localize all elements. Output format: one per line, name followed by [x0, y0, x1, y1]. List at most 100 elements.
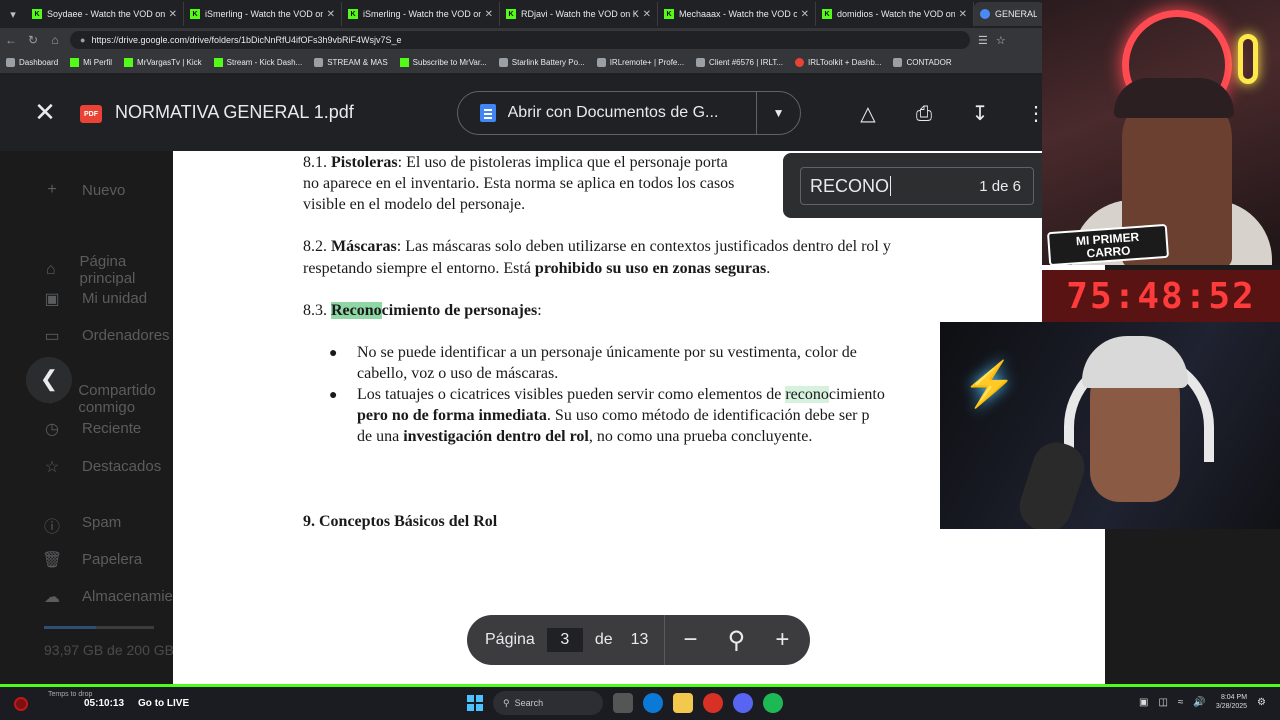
bookmark-item[interactable]: Dashboard [6, 58, 58, 67]
tab-title: iSmerling - Watch the VOD on Kick [363, 9, 481, 19]
bookmark-icon [696, 58, 706, 67]
edge-icon[interactable] [643, 693, 663, 713]
section-title: cimiento de personajes [381, 302, 538, 319]
previous-file-button[interactable]: ❮ [26, 357, 72, 403]
tray-app-icon[interactable]: ◫ [1158, 697, 1167, 708]
clock-date: 3/28/2025 [1215, 703, 1248, 710]
doc-line: respetando siempre el entorno. Está proh… [303, 260, 770, 278]
sidebar-item-label: Mi unidad [82, 289, 148, 307]
address-bar-row: ← ↻ ⌂ ● https://drive.google.com/drive/fo… [0, 28, 1045, 52]
download-icon[interactable]: ↧ [966, 100, 994, 128]
print-icon[interactable]: ⎙ [910, 100, 938, 128]
browser-tab[interactable]: K Mechaaax - Watch the VOD on Kick ✕ [658, 2, 816, 26]
search-match: recono [785, 386, 829, 403]
bookmark-item[interactable]: Starlink Battery Po... [498, 58, 585, 67]
close-tab-icon[interactable]: ✕ [801, 9, 809, 20]
close-tab-icon[interactable]: ✕ [327, 9, 335, 20]
reload-icon[interactable]: ↻ [22, 33, 44, 47]
close-tab-icon[interactable]: ✕ [959, 9, 967, 20]
bookmark-item[interactable]: IRLToolkit + Dashb... [795, 58, 881, 67]
kick-favicon-icon: K [32, 9, 42, 19]
browser-tab[interactable]: KiSmerling - Watch the VOD on Kick ✕ [184, 2, 342, 26]
current-page-input[interactable]: 3 [546, 628, 583, 652]
new-button[interactable]: + Nuevo [42, 181, 125, 199]
record-icon[interactable] [14, 696, 28, 711]
wifi-icon[interactable]: ≈ [1178, 697, 1184, 708]
doc-text: cimiento [828, 386, 885, 403]
zoom-out-icon[interactable]: − [667, 626, 713, 654]
sidebar-item-starred[interactable]: ☆ Destacados [42, 457, 161, 477]
sidebar-item-trash[interactable]: 🗑 Papelera [42, 550, 142, 570]
bookmark-label: Stream - Kick Dash... [226, 58, 303, 67]
settings-gear-icon[interactable]: ⚙ [1257, 697, 1266, 708]
bookmark-item[interactable]: Stream - Kick Dash... [213, 58, 303, 67]
bookmark-label: CONTADOR [906, 58, 952, 67]
discord-icon[interactable] [733, 693, 753, 713]
bookmark-label: Subscribe to MrVar... [412, 58, 487, 67]
close-tab-icon[interactable]: ✕ [643, 9, 651, 20]
task-view-icon[interactable] [613, 693, 633, 713]
sidebar-item-recent[interactable]: ◷ Reciente [42, 419, 141, 439]
home-icon[interactable]: ⌂ [44, 33, 66, 47]
search-placeholder: Search [514, 698, 544, 708]
close-tab-icon[interactable]: ✕ [485, 9, 493, 20]
bookmark-item[interactable]: STREAM & MAS [314, 58, 388, 67]
spotify-icon[interactable] [763, 693, 783, 713]
doc-line: 8.1. Pistoleras: El uso de pistoleras im… [303, 154, 728, 172]
browser-tab-active[interactable]: GENERAL - G [974, 2, 1044, 26]
lightning-icon: ⚡ [962, 360, 1017, 409]
zoom-fit-icon[interactable]: ⚲ [713, 626, 759, 655]
windows-start-icon[interactable] [467, 695, 483, 711]
bookmark-icon [399, 58, 409, 67]
storage-bar-fill [44, 626, 96, 629]
bookmark-item[interactable]: IRLremote+ | Profe... [596, 58, 684, 67]
section-title: Máscaras [331, 238, 397, 255]
bookmark-item[interactable]: MrVargasTv | Kick [124, 58, 202, 67]
add-shortcut-drive-icon[interactable]: △ [854, 100, 882, 128]
bookmark-item[interactable]: Mi Perfil [70, 58, 112, 67]
bookmark-item[interactable]: Subscribe to MrVar... [399, 58, 487, 67]
cap [1114, 78, 1234, 118]
chevron-left-icon: ❮ [39, 366, 59, 391]
star-icon: ☆ [44, 459, 60, 476]
site-info-icon[interactable]: ● [80, 35, 85, 45]
taskbar-search[interactable]: ⚲ Search [493, 691, 603, 715]
zoom-in-icon[interactable]: + [759, 626, 805, 654]
sidebar-item-storage[interactable]: ☁ Almacenamiento [42, 587, 194, 607]
stream-time: 05:10:13 [84, 698, 125, 709]
tray-app-icon[interactable]: ▣ [1139, 697, 1148, 708]
sidebar-item-label: Spam [82, 513, 122, 531]
home-icon: ⌂ [45, 261, 56, 278]
back-arrow-icon[interactable]: ← [0, 33, 22, 47]
browser-tab[interactable]: KiSmerling - Watch the VOD on Kick ✕ [342, 2, 500, 26]
sidebar-item-spam[interactable]: ⓘ Spam [42, 513, 122, 537]
bookmark-star-icon[interactable]: ☆ [996, 34, 1006, 47]
file-explorer-icon[interactable] [673, 693, 693, 713]
doc-text: de una [357, 428, 404, 445]
bookmark-item[interactable]: Client #6576 | IRLT... [696, 58, 783, 67]
kick-favicon-icon: K [348, 9, 358, 19]
browser-tab[interactable]: Kdomidios - Watch the VOD on Kick ✕ [816, 2, 974, 26]
pdf-file-icon: PDF [80, 105, 102, 123]
find-input[interactable]: RECONO 1 de 6 [800, 167, 1034, 205]
browser-tab[interactable]: K RDjavi - Watch the VOD on Kick ✕ [500, 2, 658, 26]
tab-search-icon[interactable]: ▾ [0, 0, 26, 28]
bookmark-icon [70, 58, 80, 67]
open-with-button[interactable]: Abrir con Documentos de G... ▼ [457, 91, 801, 135]
kick-favicon-icon: K [190, 9, 200, 19]
close-tab-icon[interactable]: ✕ [169, 9, 177, 20]
sidebar-item-my-drive[interactable]: ▣ Mi unidad [42, 289, 148, 309]
sidebar-item-computers[interactable]: ▭ Ordenadores [42, 326, 169, 346]
close-viewer-icon[interactable]: ✕ [30, 97, 60, 127]
sidebar-item-home[interactable]: ⌂ Página principal [42, 253, 173, 287]
extensions-icon[interactable]: ☰ [978, 34, 988, 47]
browser-tab[interactable]: K Soydaee - Watch the VOD on Kick ✕ [26, 2, 184, 26]
volume-icon[interactable]: 🔊 [1193, 697, 1205, 708]
go-live-button[interactable]: Go to LIVE [138, 698, 189, 709]
bookmark-item[interactable]: CONTADOR [893, 58, 952, 67]
chrome-icon[interactable] [703, 693, 723, 713]
system-clock[interactable]: 8:04 PM 3/28/2025 [1216, 693, 1247, 711]
trash-icon: 🗑 [42, 552, 63, 569]
chevron-down-icon[interactable]: ▼ [757, 106, 800, 120]
url-field[interactable]: ● https://drive.google.com/drive/folders/… [70, 31, 970, 49]
